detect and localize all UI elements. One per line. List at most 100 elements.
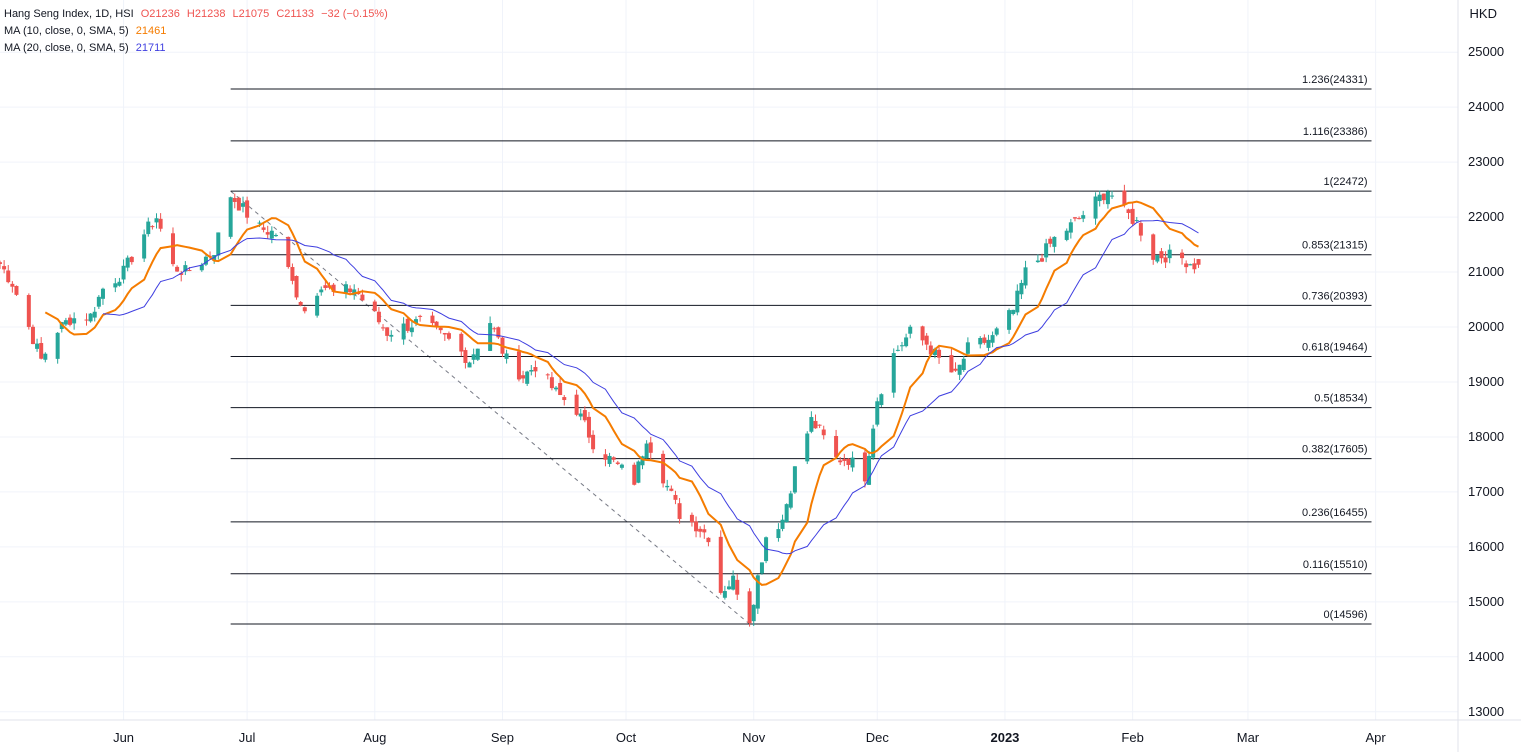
candle-body [1072,217,1077,219]
candle-body [84,319,89,321]
candle-body [982,337,987,343]
fibonacci-retracement[interactable]: 1.236(24331) 1.116(23386) 1(22472) 0.853(21… [230,74,1372,625]
candle-body [904,337,909,347]
candle-body [1180,252,1185,259]
candle-body [805,433,810,462]
fib-level-label: 1.236(24331) [1302,74,1367,86]
candle-body [1077,218,1082,220]
legend-symbol-row[interactable]: Hang Seng Index, 1D, HSI O21236 H21238 L… [4,6,388,23]
legend-ma20-row[interactable]: MA (20, close, 0, SMA, 5) 21711 [4,40,388,57]
candle-body [846,458,851,465]
candle-body [150,226,155,228]
candle-body [891,353,896,393]
candle-body [895,349,900,351]
candle-body [850,457,855,468]
candle-body [842,458,847,461]
price-axis[interactable]: 13000 14000 15000 16000 17000 18000 19000 20000… [1468,44,1504,719]
candle-body [290,267,295,281]
candle-body [529,370,534,372]
candle-body [438,327,443,331]
candle-body [6,270,11,283]
legend-close: C21133 [276,8,315,20]
legend-ma10-row[interactable]: MA (10, close, 0, SMA, 5) 21461 [4,23,388,40]
candle-body [0,262,2,264]
candle-body [817,424,822,426]
candle-body [978,337,983,345]
candle-body [735,579,740,595]
candle-body [372,301,377,312]
x-tick-label: Mar [1237,730,1260,745]
candle-body [1011,309,1016,315]
legend-ma20-value: 21711 [135,42,166,54]
candle-body [125,257,130,268]
price-chart[interactable]: 1.236(24331) 1.116(23386) 1(22472) 0.853(21… [0,0,1521,752]
candle-body [525,371,530,384]
candle-body [788,493,793,508]
candle-body [920,326,925,341]
candle-body [286,236,291,267]
candle-body [1007,310,1012,330]
ma20-line [102,219,1199,555]
candle-body [265,232,270,235]
legend-change: −32 (−0.15%) [321,8,388,20]
candle-body [55,332,60,359]
candle-body [986,339,991,348]
candle-body [273,234,278,237]
candle-body [694,521,699,532]
candle-body [1151,234,1156,260]
candle-body [961,358,966,371]
candle-body [1064,230,1069,240]
candle-body [838,460,843,463]
x-tick-label: Nov [742,730,766,745]
candle-body [1052,236,1057,247]
candle-body [504,353,509,359]
candle-body [780,519,785,529]
candle-body [632,464,637,485]
candle-body [1126,209,1131,213]
x-tick-label: Dec [866,730,890,745]
candle-body [10,283,15,287]
x-tick-label: Feb [1121,730,1143,745]
candle-body [1159,251,1164,259]
candle-body [1044,243,1049,258]
candle-body [615,462,620,464]
candle-body [228,197,233,237]
candle-body [582,410,587,421]
candle-body [100,288,105,299]
candle-body [121,265,126,280]
candle-body [591,434,596,450]
candle-body [879,394,884,406]
candle-body [430,315,435,324]
candle-body [142,234,147,259]
candle-body [516,351,521,380]
candle-body [644,443,649,459]
time-axis[interactable]: Jun Jul Aug Sep Oct Nov Dec 2023 Feb Mar Apr [113,730,1386,745]
candle-body [521,375,526,379]
candle-body [14,285,19,295]
candle-body [2,266,7,270]
candle-body [360,294,365,301]
candle-body [409,327,414,333]
candle-body [43,353,48,360]
currency-label[interactable]: HKD [1470,6,1497,21]
candle-body [636,461,641,483]
candle-body [908,326,913,334]
candle-body [899,345,904,347]
candle-body [294,275,299,298]
candle-body [586,416,591,438]
legend-title: Hang Seng Index, 1D, HSI [4,8,134,20]
candle-body [232,197,237,202]
candle-body [1048,238,1053,244]
candle-body [731,575,736,590]
x-tick-label: Jul [239,730,256,745]
y-tick-label: 18000 [1468,429,1504,444]
candle-body [1040,258,1045,262]
candle-body [661,453,666,484]
candle-body [1023,267,1028,286]
candle-body [96,296,101,307]
candle-body [809,417,814,432]
fib-level-label: 0.853(21315) [1302,240,1367,252]
y-tick-label: 17000 [1468,484,1504,499]
candle-body [924,335,929,345]
candle-body [471,354,476,360]
